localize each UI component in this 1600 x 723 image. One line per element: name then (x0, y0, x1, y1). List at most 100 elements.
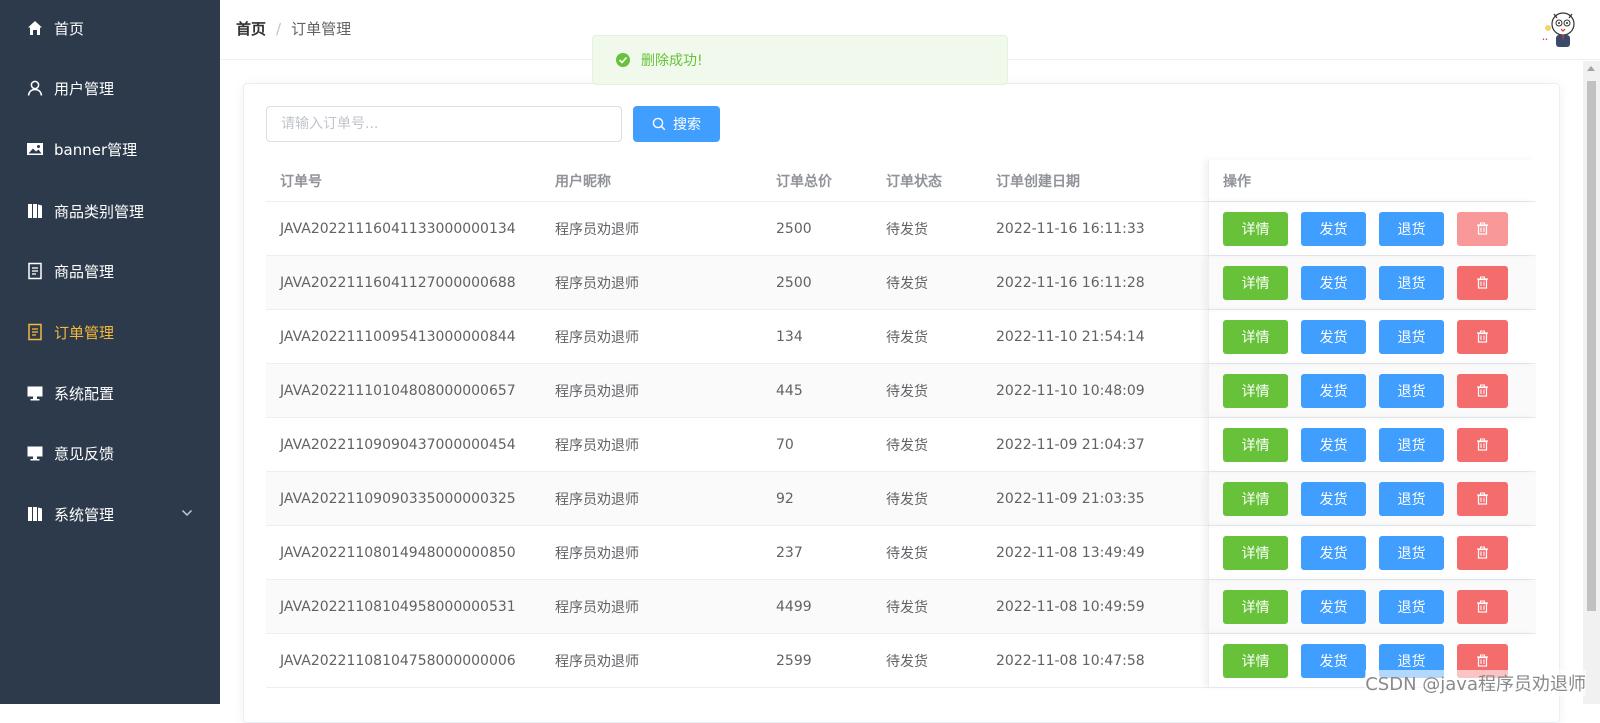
cell-order-no: JAVA20221108104758000000006 (266, 653, 541, 669)
scrollbar-thumb[interactable] (1587, 81, 1596, 611)
detail-button[interactable]: 详情 (1223, 590, 1288, 624)
sidebar-item-label: 商品类别管理 (54, 201, 144, 222)
cell-ops: 详情发货退货 (1208, 310, 1536, 363)
delete-button[interactable] (1457, 266, 1508, 300)
column-header-nickname: 用户昵称 (541, 171, 762, 191)
order-search-input[interactable] (266, 106, 622, 142)
search-button[interactable]: 搜索 (633, 106, 720, 142)
cell-status: 待发货 (872, 327, 982, 347)
cell-total: 2500 (762, 221, 872, 237)
refund-button[interactable]: 退货 (1379, 590, 1444, 624)
document-icon (26, 323, 44, 341)
sidebar-item-system-admin[interactable]: 系统管理 (0, 486, 220, 542)
refund-button[interactable]: 退货 (1379, 428, 1444, 462)
delete-button[interactable] (1457, 212, 1508, 246)
page-scrollbar[interactable] (1583, 61, 1600, 704)
detail-button[interactable]: 详情 (1223, 212, 1288, 246)
delete-button[interactable] (1457, 590, 1508, 624)
delete-button[interactable] (1457, 536, 1508, 570)
ship-button[interactable]: 发货 (1301, 266, 1366, 300)
sidebar-item-label: 系统管理 (54, 504, 114, 525)
sidebar-item-system-config[interactable]: 系统配置 (0, 365, 220, 421)
cell-ops: 详情发货退货 (1208, 202, 1536, 255)
search-icon (652, 117, 666, 131)
cell-ops: 详情发货退货 (1208, 580, 1536, 633)
ship-button[interactable]: 发货 (1301, 482, 1366, 516)
cell-nickname: 程序员劝退师 (541, 381, 762, 401)
cell-total: 237 (762, 545, 872, 561)
cell-total: 2599 (762, 653, 872, 669)
cell-created: 2022-11-10 10:48:09 (982, 383, 1208, 399)
sidebar-item-banner[interactable]: banner管理 (0, 121, 220, 177)
detail-button[interactable]: 详情 (1223, 374, 1288, 408)
refund-button[interactable]: 退货 (1379, 212, 1444, 246)
table-header-row: 订单号 用户昵称 订单总价 订单状态 订单创建日期 操作 (266, 160, 1536, 202)
ship-button[interactable]: 发货 (1301, 212, 1366, 246)
cell-status: 待发货 (872, 651, 982, 671)
sidebar-item-home[interactable]: 首页 (0, 0, 220, 56)
sidebar-item-orders[interactable]: 订单管理 (0, 304, 220, 360)
refund-button[interactable]: 退货 (1379, 536, 1444, 570)
refund-button[interactable]: 退货 (1379, 320, 1444, 354)
refund-button[interactable]: 退货 (1379, 482, 1444, 516)
avatar[interactable]: •• (1540, 8, 1582, 50)
ship-button[interactable]: 发货 (1301, 644, 1366, 678)
delete-button[interactable] (1457, 374, 1508, 408)
table-row: JAVA20221108104958000000531程序员劝退师4499待发货… (266, 580, 1536, 634)
detail-button[interactable]: 详情 (1223, 644, 1288, 678)
ship-button[interactable]: 发货 (1301, 320, 1366, 354)
sidebar-item-users[interactable]: 用户管理 (0, 60, 220, 116)
ship-button[interactable]: 发货 (1301, 536, 1366, 570)
cell-created: 2022-11-08 10:47:58 (982, 653, 1208, 669)
cell-status: 待发货 (872, 219, 982, 239)
trash-icon (1476, 654, 1489, 667)
refund-button[interactable]: 退货 (1379, 374, 1444, 408)
sidebar-item-feedback[interactable]: 意见反馈 (0, 425, 220, 481)
sidebar-item-category[interactable]: 商品类别管理 (0, 183, 220, 239)
breadcrumb-home-link[interactable]: 首页 (236, 18, 266, 39)
cell-nickname: 程序员劝退师 (541, 327, 762, 347)
cell-status: 待发货 (872, 381, 982, 401)
detail-button[interactable]: 详情 (1223, 482, 1288, 516)
cell-created: 2022-11-08 10:49:59 (982, 599, 1208, 615)
sidebar-item-label: 首页 (54, 18, 84, 39)
cell-order-no: JAVA20221110104808000000657 (266, 383, 541, 399)
cell-created: 2022-11-08 13:49:49 (982, 545, 1208, 561)
cell-status: 待发货 (872, 543, 982, 563)
scroll-up-arrow-icon[interactable] (1587, 66, 1595, 71)
sidebar-item-products[interactable]: 商品管理 (0, 243, 220, 299)
column-header-ops-label: 操作 (1223, 171, 1251, 191)
detail-button[interactable]: 详情 (1223, 428, 1288, 462)
table-body: JAVA20221116041133000000134程序员劝退师2500待发货… (266, 202, 1536, 688)
column-header-order-no: 订单号 (266, 171, 541, 191)
table-row: JAVA20221108104758000000006程序员劝退师2599待发货… (266, 634, 1536, 688)
detail-button[interactable]: 详情 (1223, 320, 1288, 354)
delete-button[interactable] (1457, 320, 1508, 354)
ship-button[interactable]: 发货 (1301, 374, 1366, 408)
cell-nickname: 程序员劝退师 (541, 597, 762, 617)
cell-order-no: JAVA20221116041133000000134 (266, 221, 541, 237)
chevron-down-icon[interactable] (180, 506, 194, 520)
detail-button[interactable]: 详情 (1223, 266, 1288, 300)
refund-button[interactable]: 退货 (1379, 266, 1444, 300)
detail-button[interactable]: 详情 (1223, 536, 1288, 570)
cell-nickname: 程序员劝退师 (541, 651, 762, 671)
cell-ops: 详情发货退货 (1208, 526, 1536, 579)
cell-status: 待发货 (872, 597, 982, 617)
ship-button[interactable]: 发货 (1301, 428, 1366, 462)
success-check-icon (615, 52, 631, 68)
orders-table: 订单号 用户昵称 订单总价 订单状态 订单创建日期 操作 JAVA2022111… (266, 160, 1536, 688)
cell-nickname: 程序员劝退师 (541, 219, 762, 239)
ship-button[interactable]: 发货 (1301, 590, 1366, 624)
delete-button[interactable] (1457, 428, 1508, 462)
sidebar-item-label: 订单管理 (54, 322, 114, 343)
cell-total: 2500 (762, 275, 872, 291)
table-row: JAVA20221109090335000000325程序员劝退师92待发货20… (266, 472, 1536, 526)
column-header-status: 订单状态 (872, 171, 982, 191)
trash-icon (1476, 492, 1489, 505)
sidebar-item-label: banner管理 (54, 139, 137, 160)
delete-button[interactable] (1457, 482, 1508, 516)
cell-ops: 详情发货退货 (1208, 364, 1536, 417)
cell-total: 445 (762, 383, 872, 399)
table-row: JAVA20221110104808000000657程序员劝退师445待发货2… (266, 364, 1536, 418)
